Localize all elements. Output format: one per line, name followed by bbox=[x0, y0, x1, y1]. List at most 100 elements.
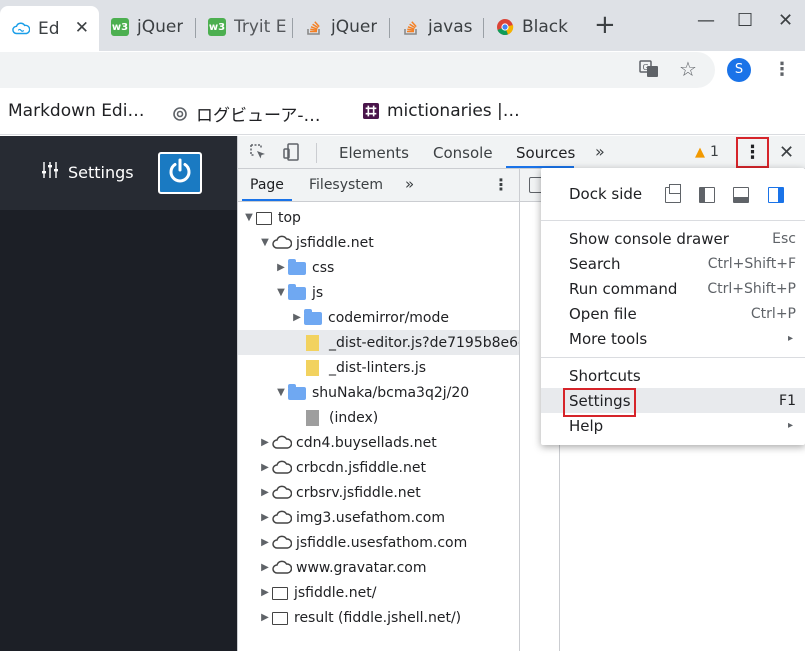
translate-icon[interactable]: G bbox=[639, 59, 659, 84]
tree-item[interactable]: ▶ cdn4.buysellads.net bbox=[238, 430, 519, 455]
expand-arrow-down-icon[interactable]: ▼ bbox=[258, 237, 272, 248]
menu-search[interactable]: Search Ctrl+Shift+F bbox=[541, 251, 805, 276]
menu-run-command[interactable]: Run command Ctrl+Shift+P bbox=[541, 276, 805, 301]
tree-item[interactable]: ▶ css bbox=[238, 255, 519, 280]
tree-item-label: jsfiddle.usesfathom.com bbox=[296, 534, 468, 551]
browser-menu-icon[interactable]: ⋮ bbox=[773, 59, 791, 80]
tab-elements[interactable]: Elements bbox=[339, 144, 409, 162]
tab-strip: Ed ✕ w3 jQuer w3 Tryit E jQuer javas Bla… bbox=[0, 0, 805, 51]
tree-item-label: cdn4.buysellads.net bbox=[296, 434, 437, 451]
close-devtools-icon[interactable]: ✕ bbox=[779, 142, 794, 163]
tree-item[interactable]: ▶ img3.usefathom.com bbox=[238, 505, 519, 530]
expand-arrow-right-icon[interactable]: ▶ bbox=[258, 537, 272, 548]
browser-toolbar: G ☆ S ⋮ bbox=[0, 51, 805, 89]
tab-editor[interactable]: Ed ✕ bbox=[0, 6, 99, 51]
tree-item[interactable]: ▼ top bbox=[238, 205, 519, 230]
tree-item[interactable]: ▶ jsfiddle.net/ bbox=[238, 580, 519, 605]
menu-shortcut: Ctrl+Shift+P bbox=[707, 280, 796, 297]
bookmark-label: Markdown Edi… bbox=[8, 101, 145, 121]
close-icon[interactable]: ✕ bbox=[75, 18, 89, 38]
tab-black[interactable]: Black bbox=[484, 9, 576, 45]
tree-item-label: codemirror/mode bbox=[328, 309, 449, 326]
maximize-button[interactable]: ☐ bbox=[737, 10, 753, 31]
power-button[interactable] bbox=[158, 152, 202, 194]
menu-shortcuts[interactable]: Shortcuts bbox=[541, 363, 805, 388]
tree-item-label: result (fiddle.jshell.net/) bbox=[294, 609, 462, 626]
tab-console[interactable]: Console bbox=[433, 144, 493, 162]
tree-item[interactable]: ▶ result (fiddle.jshell.net/) bbox=[238, 605, 519, 630]
expand-arrow-right-icon[interactable]: ▶ bbox=[258, 512, 272, 523]
tab-filesystem[interactable]: Filesystem bbox=[309, 177, 383, 193]
expand-arrow-right-icon[interactable]: ▶ bbox=[258, 587, 272, 598]
tree-item[interactable]: ▶ jsfiddle.usesfathom.com bbox=[238, 530, 519, 555]
device-toolbar-icon[interactable] bbox=[282, 143, 300, 165]
dock-right-icon[interactable] bbox=[768, 187, 784, 203]
navigator-menu-icon[interactable]: ⋮ bbox=[493, 175, 509, 194]
tab-javascript-so[interactable]: javas bbox=[390, 9, 484, 45]
menu-help[interactable]: Help ▸ bbox=[541, 413, 805, 438]
new-tab-button[interactable]: + bbox=[594, 12, 616, 38]
settings-label: Settings bbox=[68, 162, 134, 182]
menu-more-tools[interactable]: More tools ▸ bbox=[541, 326, 805, 351]
submenu-arrow-icon: ▸ bbox=[787, 420, 793, 431]
tab-jquery-w3[interactable]: w3 jQuer bbox=[99, 9, 196, 45]
expand-arrow-down-icon[interactable]: ▼ bbox=[274, 387, 288, 398]
tree-item[interactable]: ▼ shuNaka/bcma3q2j/20 bbox=[238, 380, 519, 405]
bookmark-markdown-editor[interactable]: Markdown Edi… bbox=[8, 101, 144, 121]
tree-item[interactable]: _dist-editor.js?de7195b8e6c bbox=[238, 330, 519, 355]
menu-settings[interactable]: Settings F1 bbox=[541, 388, 805, 417]
tree-item[interactable]: ▼ js bbox=[238, 280, 519, 305]
expand-arrow-right-icon[interactable]: ▶ bbox=[290, 312, 304, 323]
tab-label: Tryit E bbox=[234, 17, 287, 37]
tree-item[interactable]: ▶ www.gravatar.com bbox=[238, 555, 519, 580]
expand-arrow-down-icon[interactable]: ▼ bbox=[274, 287, 288, 298]
close-window-button[interactable]: ✕ bbox=[778, 10, 793, 31]
tree-item[interactable]: _dist-linters.js bbox=[238, 355, 519, 380]
star-icon[interactable]: ☆ bbox=[679, 57, 697, 81]
dock-bottom-icon[interactable] bbox=[733, 187, 749, 203]
minimize-button[interactable]: — bbox=[697, 10, 715, 31]
more-navigator-chevron-icon[interactable]: » bbox=[405, 175, 414, 193]
tab-sources[interactable]: Sources bbox=[516, 144, 575, 162]
tab-page[interactable]: Page bbox=[250, 177, 284, 193]
tree-item-label: crbcdn.jsfiddle.net bbox=[296, 459, 426, 476]
inspect-element-icon[interactable] bbox=[249, 143, 267, 165]
tree-item-label: css bbox=[312, 259, 335, 276]
navigator-toolbar: Page Filesystem » ⋮ bbox=[238, 169, 519, 202]
expand-arrow-right-icon[interactable]: ▶ bbox=[258, 562, 272, 573]
undock-icon[interactable] bbox=[665, 184, 681, 203]
tree-item-label: (index) bbox=[329, 409, 379, 426]
power-icon bbox=[166, 157, 194, 189]
expand-arrow-right-icon[interactable]: ▶ bbox=[274, 262, 288, 273]
menu-open-file[interactable]: Open file Ctrl+P bbox=[541, 301, 805, 326]
tree-item[interactable]: ▼ jsfiddle.net bbox=[238, 230, 519, 255]
expand-arrow-down-icon[interactable]: ▼ bbox=[242, 212, 256, 223]
expand-arrow-right-icon[interactable]: ▶ bbox=[258, 462, 272, 473]
expand-arrow-right-icon[interactable]: ▶ bbox=[258, 612, 272, 623]
tree-item-label: jsfiddle.net/ bbox=[294, 584, 377, 601]
bookmark-mictionaries[interactable]: mictionaries |… bbox=[363, 101, 520, 121]
tree-item[interactable]: ▶ crbsrv.jsfiddle.net bbox=[238, 480, 519, 505]
tab-label: Black bbox=[522, 17, 568, 37]
expand-arrow-right-icon[interactable]: ▶ bbox=[258, 487, 272, 498]
menu-show-console-drawer[interactable]: Show console drawer Esc bbox=[541, 226, 805, 251]
more-tabs-chevron-icon[interactable]: » bbox=[595, 142, 605, 161]
chrome-icon bbox=[496, 18, 514, 36]
warning-badge[interactable]: ▲ 1 bbox=[695, 144, 719, 160]
tree-item-label: crbsrv.jsfiddle.net bbox=[296, 484, 421, 501]
bookmark-label: ログビューア-… bbox=[196, 106, 321, 126]
address-bar[interactable] bbox=[0, 52, 715, 88]
customize-devtools-button[interactable]: ⋮ bbox=[736, 137, 769, 168]
bookmark-log-viewer[interactable]: ログビューア-… bbox=[172, 101, 320, 126]
tree-item[interactable]: ▶ crbcdn.jsfiddle.net bbox=[238, 455, 519, 480]
expand-arrow-right-icon[interactable]: ▶ bbox=[258, 437, 272, 448]
dock-left-icon[interactable] bbox=[699, 187, 715, 203]
tree-item[interactable]: ▶ codemirror/mode bbox=[238, 305, 519, 330]
tree-item[interactable]: (index) bbox=[238, 405, 519, 430]
tab-tryit[interactable]: w3 Tryit E bbox=[196, 9, 293, 45]
tab-jquery-so[interactable]: jQuer bbox=[293, 9, 390, 45]
avatar[interactable]: S bbox=[727, 58, 751, 82]
settings-link[interactable]: Settings bbox=[40, 161, 134, 183]
menu-shortcut: Esc bbox=[772, 230, 796, 247]
warning-count: 1 bbox=[710, 144, 719, 160]
